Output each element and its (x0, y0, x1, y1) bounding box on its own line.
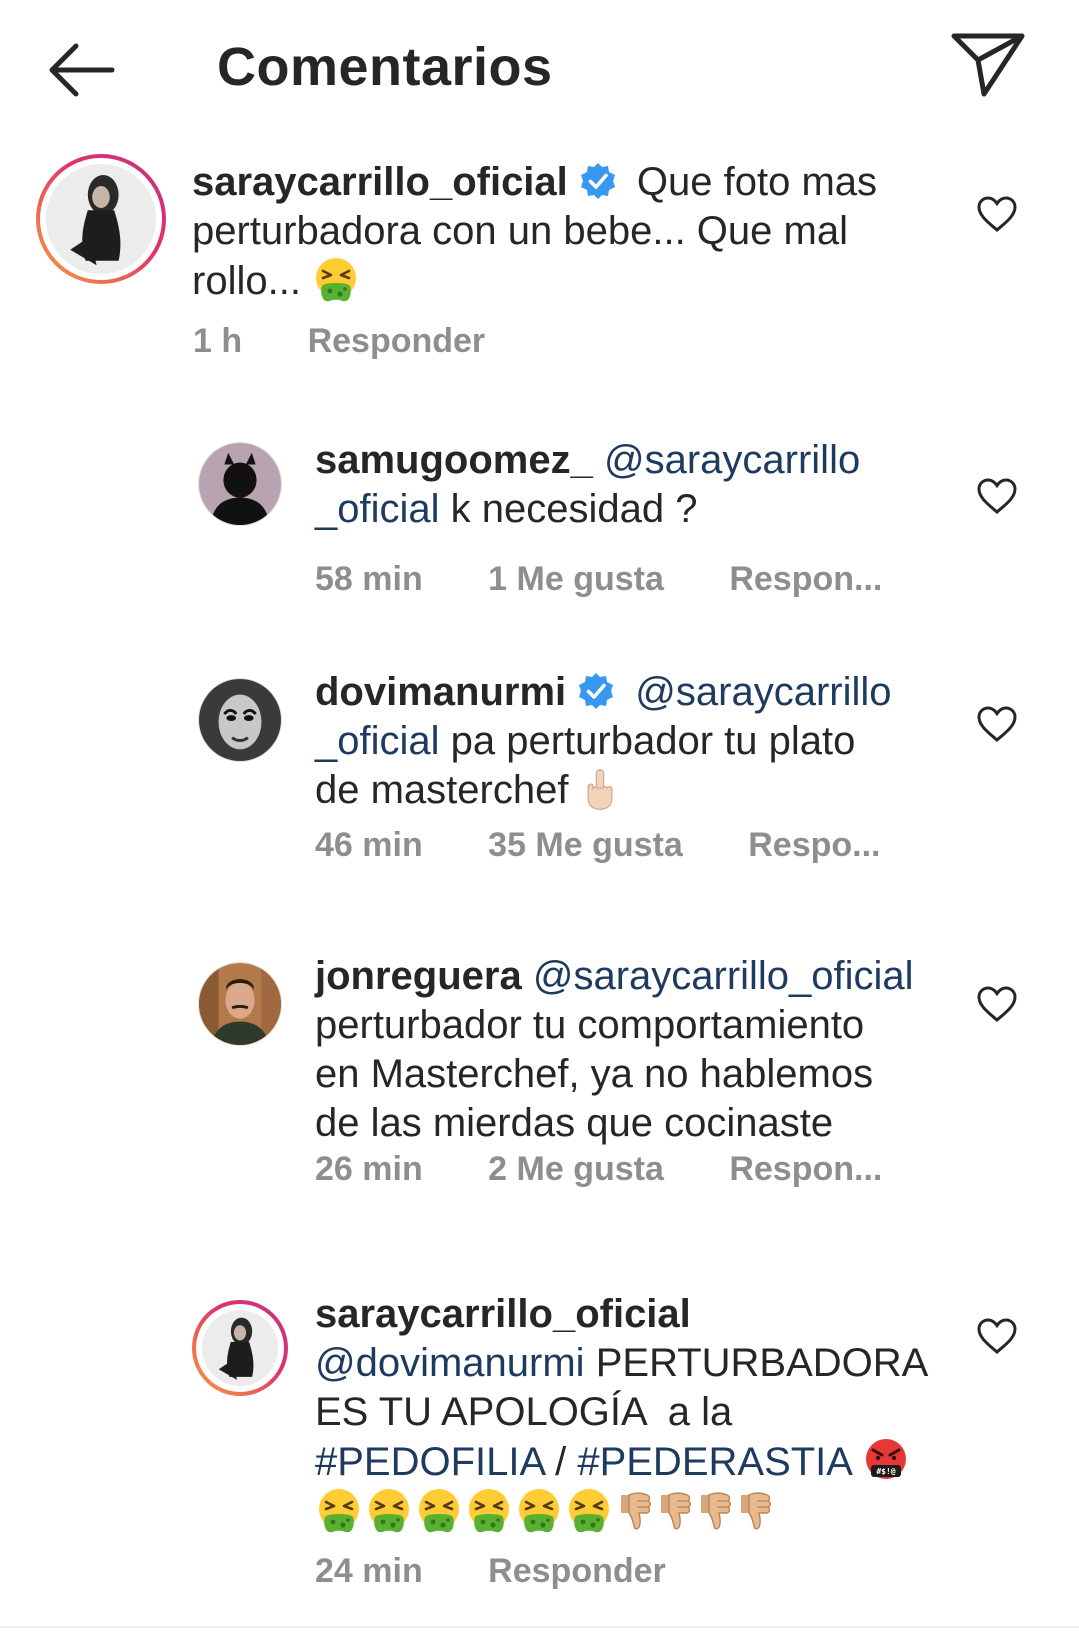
mention-link[interactable]: @saraycarrillo (604, 438, 860, 482)
timestamp: 26 min (315, 1150, 423, 1188)
paper-plane-icon (951, 33, 1025, 97)
separator: / (543, 1440, 578, 1484)
comment: saraycarrillo_oficial Que foto mas pertu… (0, 150, 1079, 380)
mention-link[interactable]: @saraycarrillo_oficial (533, 954, 914, 998)
devil-avatar-icon (199, 443, 281, 525)
vomiting-face-icon (312, 256, 360, 304)
comment-meta: 1 h Responder (193, 322, 485, 361)
avatar[interactable] (198, 442, 282, 526)
vomiting-face-icon (465, 1487, 513, 1535)
comment-text: saraycarrillo_oficial Que foto mas pertu… (192, 158, 892, 306)
timestamp: 58 min (315, 560, 423, 598)
thumbs-down-icon (615, 1489, 655, 1533)
thumbs-down-icon (695, 1489, 735, 1533)
comment-body: PERTURBADORA (595, 1341, 929, 1385)
top-bar: Comentarios (0, 0, 1079, 140)
comment-meta: 46 min 35 Me gusta Respo... (315, 826, 881, 865)
heart-icon[interactable] (975, 1316, 1019, 1356)
like-count[interactable]: 1 Me gusta (488, 560, 664, 599)
comment-body: k necesidad ? (450, 487, 698, 531)
avatar[interactable] (36, 154, 166, 284)
vomiting-face-icon (565, 1487, 613, 1535)
like-count[interactable]: 35 Me gusta (488, 826, 683, 865)
hashtag-link[interactable]: #PEDOFILIA (315, 1440, 544, 1484)
reply-button[interactable]: Responder (308, 322, 486, 361)
heart-icon[interactable] (975, 704, 1019, 744)
mention-link[interactable]: @saraycarrillo (635, 670, 891, 714)
verified-badge-icon (576, 671, 616, 711)
comment-body-line: de las mierdas que cocinaste (315, 1101, 834, 1145)
reply-button[interactable]: Respon... (729, 1150, 882, 1189)
reply-button[interactable]: Respo... (748, 826, 880, 865)
comment-body-continued: de masterchef (315, 768, 569, 812)
comment-text: samugoomez_ @saraycarrillo _oficial k ne… (315, 436, 915, 534)
comment-body: pa perturbador tu plato (450, 719, 856, 763)
thumbs-down-icon (655, 1489, 695, 1533)
emoji-row (315, 1490, 775, 1534)
comment-text: jonreguera @saraycarrillo_oficial pertur… (315, 952, 955, 1148)
user-photo-icon (202, 1310, 278, 1386)
like-count[interactable]: 2 Me gusta (488, 1150, 664, 1189)
reply-button[interactable]: Respon... (729, 560, 882, 599)
vomiting-face-icon (515, 1487, 563, 1535)
username[interactable]: samugoomez_ (315, 438, 593, 482)
comment-meta: 24 min Responder (315, 1552, 666, 1591)
user-photo-icon (46, 164, 156, 274)
reply-comment: jonreguera @saraycarrillo_oficial pertur… (0, 954, 1079, 1220)
verified-badge-icon (578, 161, 618, 201)
avatar[interactable] (198, 678, 282, 762)
heart-icon[interactable] (975, 194, 1019, 234)
timestamp: 46 min (315, 826, 423, 864)
share-button[interactable] (948, 30, 1028, 100)
comment-meta: 58 min 1 Me gusta Respon... (315, 560, 882, 599)
man-avatar-icon (199, 963, 281, 1045)
comment-text: saraycarrillo_oficial @dovimanurmi PERTU… (315, 1290, 975, 1537)
reply-comment: samugoomez_ @saraycarrillo _oficial k ne… (0, 438, 1079, 610)
timestamp: 1 h (193, 322, 243, 360)
comment-meta: 26 min 2 Me gusta Respon... (315, 1150, 882, 1189)
reply-comment: dovimanurmi @saraycarrillo _oficial pa p… (0, 670, 1079, 886)
username[interactable]: saraycarrillo_oficial (315, 1292, 691, 1336)
divider (0, 1626, 1079, 1628)
avatar[interactable] (192, 1300, 288, 1396)
mention-link-continued[interactable]: _oficial (315, 487, 440, 531)
username[interactable]: jonreguera (315, 954, 522, 998)
comment-body-continued: ES TU APOLOGÍA a la (315, 1390, 733, 1434)
heart-icon[interactable] (975, 984, 1019, 1024)
mention-link[interactable]: @dovimanurmi (315, 1341, 585, 1385)
comment-text: dovimanurmi @saraycarrillo _oficial pa p… (315, 668, 935, 815)
mention-link-continued[interactable]: _oficial (315, 719, 440, 763)
thumbs-down-icon (735, 1489, 775, 1533)
page-title: Comentarios (217, 37, 553, 97)
username[interactable]: saraycarrillo_oficial (192, 160, 568, 204)
arrow-left-icon (49, 43, 115, 97)
comment-body-line: perturbador tu comportamiento (315, 1003, 865, 1047)
timestamp: 24 min (315, 1552, 423, 1590)
back-button[interactable] (44, 38, 124, 102)
reply-comment: saraycarrillo_oficial @dovimanurmi PERTU… (0, 1292, 1079, 1626)
hashtag-link[interactable]: #PEDERASTIA (577, 1440, 850, 1484)
vomiting-face-icon (415, 1487, 463, 1535)
vomiting-face-icon (365, 1487, 413, 1535)
middle-finger-icon (580, 767, 620, 811)
vomiting-face-icon (315, 1487, 363, 1535)
drag-queen-avatar-icon (199, 679, 281, 761)
comment-body-line: en Masterchef, ya no hablemos (315, 1052, 874, 1096)
avatar[interactable] (198, 962, 282, 1046)
username[interactable]: dovimanurmi (315, 670, 566, 714)
reply-button[interactable]: Responder (488, 1552, 666, 1591)
angry-cursing-face-icon (862, 1437, 910, 1485)
heart-icon[interactable] (975, 476, 1019, 516)
